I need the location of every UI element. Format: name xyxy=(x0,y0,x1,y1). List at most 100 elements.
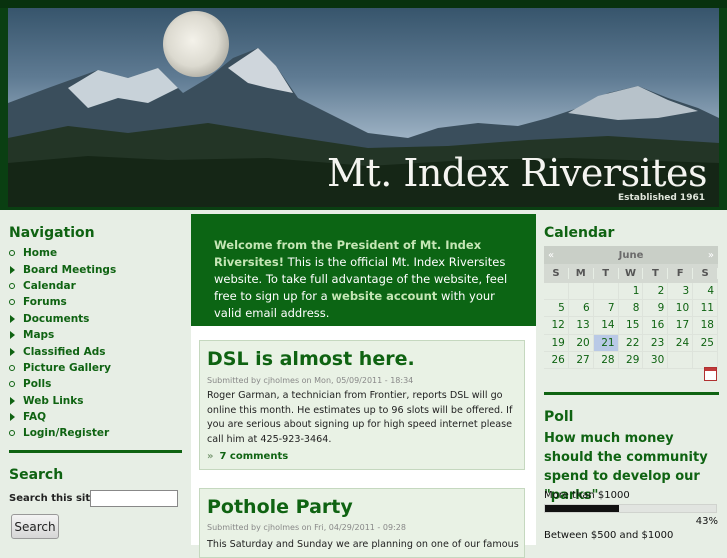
search-title: Search xyxy=(9,467,64,483)
next-month-link[interactable]: » xyxy=(708,250,714,261)
calendar-day[interactable]: 21 xyxy=(593,334,619,352)
nav-item-classified-ads[interactable]: Classified Ads xyxy=(9,343,116,359)
calendar-day[interactable]: 23 xyxy=(643,334,669,352)
post-pothole-party: Pothole Party Submitted by cjholmes on F… xyxy=(199,488,525,558)
poll-choice-label: More than $1000 xyxy=(544,490,630,501)
calendar-day[interactable]: 25 xyxy=(693,334,718,352)
calendar-day[interactable]: 6 xyxy=(568,300,594,318)
calendar-day[interactable]: 8 xyxy=(618,300,644,318)
nav-item-documents[interactable]: Documents xyxy=(9,311,116,327)
post-title[interactable]: DSL is almost here. xyxy=(207,348,415,370)
weekday-label: F xyxy=(668,268,694,279)
comments-count: 7 comments xyxy=(219,451,289,462)
calendar-day[interactable]: 5 xyxy=(544,300,569,318)
weekday-label: T xyxy=(643,268,669,279)
raquo-icon: » xyxy=(207,451,214,462)
calendar-day[interactable]: 12 xyxy=(544,317,569,335)
post-meta: Submitted by cjholmes on Fri, 04/29/2011… xyxy=(207,523,406,532)
calendar-day xyxy=(668,351,694,369)
calendar-day[interactable]: 26 xyxy=(544,351,569,369)
calendar-day[interactable]: 18 xyxy=(693,317,718,335)
calendar-day xyxy=(568,283,594,301)
calendar-day xyxy=(593,283,619,301)
nav-item-label: Login/Register xyxy=(23,427,110,440)
calendar-day[interactable]: 3 xyxy=(668,283,694,301)
poll-choice-label: Between $500 and $1000 xyxy=(544,530,674,541)
calendar-day[interactable]: 7 xyxy=(593,300,619,318)
poll-result-bar xyxy=(544,504,717,513)
collapsed-arrow-icon xyxy=(10,265,15,274)
nav-item-polls[interactable]: Polls xyxy=(9,376,116,392)
prev-month-link[interactable]: « xyxy=(548,250,554,261)
collapsed-arrow-icon xyxy=(10,413,15,422)
site-header: Mt. Index Riversites Established 1961 xyxy=(0,8,727,210)
nav-item-maps[interactable]: Maps xyxy=(9,327,116,343)
nav-item-label: Board Meetings xyxy=(23,263,117,276)
calendar-day[interactable]: 13 xyxy=(568,317,594,335)
calendar-day[interactable]: 17 xyxy=(668,317,694,335)
search-input[interactable] xyxy=(90,490,178,507)
comments-link[interactable]: » 7 comments xyxy=(207,451,288,462)
post-meta: Submitted by cjholmes on Mon, 05/09/2011… xyxy=(207,376,414,385)
nav-item-label: Picture Gallery xyxy=(23,361,112,374)
bullet-icon xyxy=(9,282,15,289)
nav-item-calendar[interactable]: Calendar xyxy=(9,278,116,294)
collapsed-arrow-icon xyxy=(10,347,15,356)
calendar-day[interactable]: 29 xyxy=(618,351,644,369)
welcome-box: Welcome from the President of Mt. Index … xyxy=(191,214,536,326)
post-title[interactable]: Pothole Party xyxy=(207,496,353,518)
calendar-day[interactable]: 14 xyxy=(593,317,619,335)
calendar-day[interactable]: 24 xyxy=(668,334,694,352)
post-dsl: DSL is almost here. Submitted by cjholme… xyxy=(199,340,525,470)
right-sidebar: Calendar « June » SMTWTFS 1 2 3 4 5 6 7 8 9 10 11 1… xyxy=(538,214,727,545)
bullet-icon xyxy=(9,430,15,437)
calendar-day xyxy=(544,283,569,301)
weekday-label: M xyxy=(569,268,594,279)
collapsed-arrow-icon xyxy=(10,314,15,323)
nav-item-forums[interactable]: Forums xyxy=(9,294,116,310)
calendar-day[interactable]: 30 xyxy=(643,351,669,369)
weekday-label: S xyxy=(544,268,569,279)
calendar-title: Calendar xyxy=(544,225,615,241)
nav-item-home[interactable]: Home xyxy=(9,245,116,261)
weekday-label: S xyxy=(693,268,718,279)
nav-item-picture-gallery[interactable]: Picture Gallery xyxy=(9,360,116,376)
collapsed-arrow-icon xyxy=(10,396,15,405)
calendar-day[interactable]: 9 xyxy=(643,300,669,318)
calendar-day[interactable]: 27 xyxy=(568,351,594,369)
nav-item-label: Home xyxy=(23,247,58,260)
calendar-day[interactable]: 16 xyxy=(643,317,669,335)
sidebar-divider xyxy=(544,392,719,395)
poll-result-fill xyxy=(545,505,619,512)
calendar-day[interactable]: 20 xyxy=(568,334,594,352)
calendar-day[interactable]: 19 xyxy=(544,334,569,352)
search-button[interactable]: Search xyxy=(11,514,59,539)
bullet-icon xyxy=(9,299,15,306)
nav-item-faq[interactable]: FAQ xyxy=(9,409,116,425)
nav-item-label: Polls xyxy=(23,378,52,391)
calendar-day[interactable]: 2 xyxy=(643,283,669,301)
calendar-day[interactable]: 15 xyxy=(618,317,644,335)
nav-item-web-links[interactable]: Web Links xyxy=(9,393,116,409)
calendar-month: June xyxy=(618,249,644,261)
calendar-day[interactable]: 28 xyxy=(593,351,619,369)
calendar-day[interactable]: 22 xyxy=(618,334,644,352)
calendar-day[interactable]: 11 xyxy=(693,300,718,318)
collapsed-arrow-icon xyxy=(10,331,15,340)
ical-feed-icon[interactable] xyxy=(704,367,717,381)
site-title[interactable]: Mt. Index Riversites xyxy=(327,151,707,195)
nav-item-label: Forums xyxy=(23,296,67,309)
website-account-link[interactable]: website account xyxy=(331,289,437,303)
nav-item-login-register[interactable]: Login/Register xyxy=(9,425,116,441)
left-sidebar: Navigation Home Board Meetings Calendar For… xyxy=(0,214,188,545)
banner-image: Mt. Index Riversites Established 1961 xyxy=(8,8,719,207)
calendar-day[interactable]: 10 xyxy=(668,300,694,318)
post-body: This Saturday and Sunday we are planning… xyxy=(207,539,519,550)
weekday-label: T xyxy=(594,268,619,279)
search-label: Search this site: xyxy=(9,493,101,504)
calendar-day[interactable]: 1 xyxy=(618,283,644,301)
calendar-weekdays: SMTWTFS xyxy=(544,264,718,283)
calendar-day[interactable]: 4 xyxy=(693,283,718,301)
nav-item-board-meetings[interactable]: Board Meetings xyxy=(9,261,116,277)
bullet-icon xyxy=(9,250,15,257)
